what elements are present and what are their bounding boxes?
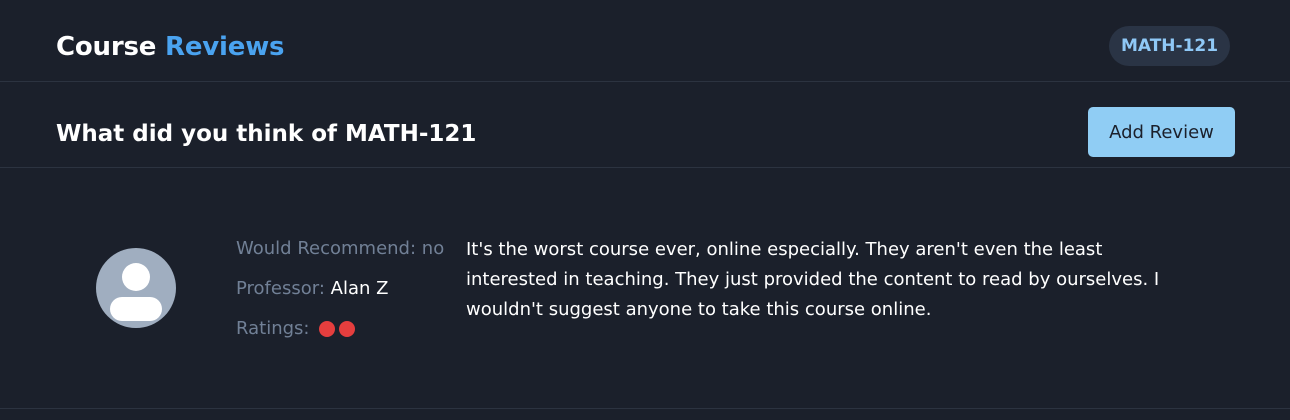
- top-bar: Course Reviews MATH-121: [0, 0, 1290, 82]
- review-prompt-heading: What did you think of MATH-121: [56, 121, 477, 147]
- recommend-value: no: [421, 238, 445, 259]
- professor-line: Professor: Alan Z: [236, 276, 451, 316]
- ratings-label: Ratings:: [236, 318, 310, 339]
- professor-label: Professor:: [236, 278, 325, 299]
- review-card: Would Recommend: no Professor: Alan Z Ra…: [0, 168, 1290, 409]
- review-meta: Would Recommend: no Professor: Alan Z Ra…: [236, 236, 451, 356]
- page-title: Course Reviews: [56, 30, 284, 64]
- user-avatar-icon: [96, 248, 176, 328]
- recommend-line: Would Recommend: no: [236, 236, 451, 276]
- professor-value: Alan Z: [330, 278, 389, 299]
- course-code-badge: MATH-121: [1109, 26, 1230, 66]
- review-prompt-bar: What did you think of MATH-121 Add Revie…: [0, 82, 1290, 168]
- ratings-line: Ratings:: [236, 316, 451, 356]
- review-text: It's the worst course ever, online espec…: [466, 239, 1160, 320]
- rating-dot-icon: [319, 321, 336, 337]
- title-part-course: Course: [56, 32, 157, 62]
- recommend-label: Would Recommend:: [236, 238, 417, 259]
- add-review-button[interactable]: Add Review: [1088, 107, 1235, 157]
- rating-dot-icon: [339, 321, 356, 337]
- title-part-reviews: Reviews: [165, 32, 285, 62]
- rating-dots: [319, 321, 356, 337]
